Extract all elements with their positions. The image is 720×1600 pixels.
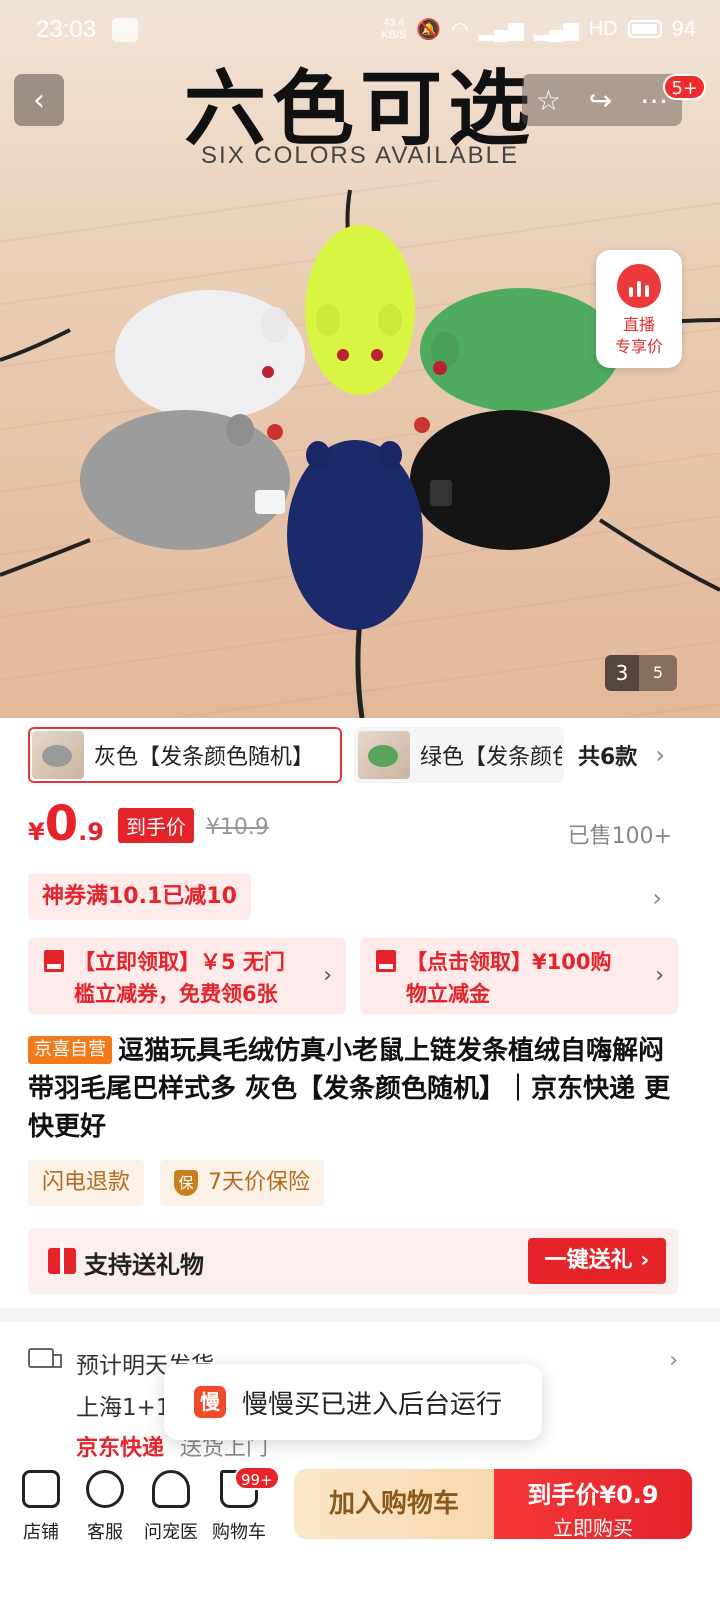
store-icon: [22, 1470, 60, 1508]
message-badge: 5+: [663, 74, 706, 100]
variant-selector: 灰色【发条颜色随机】 绿色【发条颜色随机】 共6款 ›: [28, 726, 700, 784]
status-bar: 23:03 43.4 KB/S 🔕 ◠ ▂▄▆ ▂▄▆ HD 94: [0, 0, 720, 60]
signal-icon-2: ▂▄▆: [533, 18, 579, 41]
gift-icon: [48, 1242, 76, 1274]
background-toast: 慢 慢慢买已进入后台运行: [164, 1364, 542, 1440]
variant-label: 灰色【发条颜色随机】: [94, 745, 315, 770]
variant-green[interactable]: 绿色【发条颜色随机】: [354, 727, 564, 783]
coupon-chip: 神券满10.1已减10: [28, 874, 251, 920]
buy-now-label: 立即购买: [553, 1516, 633, 1540]
product-title-text: 逗猫玩具毛绒仿真小老鼠上链发条植绒自嗨解闷带羽毛尾巴样式多 灰色【发条颜色随机】…: [28, 1036, 671, 1142]
coupon-icon: [44, 950, 64, 972]
live-price-card[interactable]: 直播 专享价: [596, 250, 682, 368]
live-label: 直播: [622, 315, 655, 334]
total-pages: 5: [639, 655, 677, 691]
promo-cash-box[interactable]: 【点击领取】¥100购 物立减金 ›: [360, 938, 678, 1014]
promo-line2: 物立减金: [406, 982, 490, 1006]
chevron-right-icon: ›: [652, 884, 662, 912]
sold-count: 已售100+: [567, 824, 672, 849]
app-logo-icon: 慢: [194, 1386, 226, 1418]
price-currency: ¥: [28, 818, 45, 846]
product-image-carousel[interactable]: 六色可选 SIX COLORS AVAILABLE 23:03 43.4 KB/S…: [0, 0, 720, 718]
battery-level: 94: [671, 16, 696, 41]
shield-icon: 保: [174, 1170, 199, 1196]
price-row: ¥ 0 .9 到手价 ¥10.9 已售100+: [28, 800, 672, 860]
service-tags: 闪电退款 保 7天价保险: [28, 1160, 325, 1208]
store-tag: 京喜自营: [28, 1036, 112, 1064]
variant-label: 绿色【发条颜色随机】: [420, 745, 562, 770]
card-icon: [376, 950, 396, 972]
doctor-icon: [152, 1470, 190, 1508]
add-to-cart-button[interactable]: 加入购物车: [294, 1469, 494, 1539]
promo-boxes: 【立即领取】￥5 无门 槛立减券，免费领6张 › 【点击领取】¥100购 物立减…: [28, 938, 678, 1014]
variant-count[interactable]: 共6款: [578, 739, 637, 771]
chat-face-icon: [86, 1470, 124, 1508]
app-notification-icon: [112, 18, 138, 42]
mute-icon: 🔕: [416, 18, 442, 41]
back-button[interactable]: ‹: [14, 74, 64, 126]
variant-grey[interactable]: 灰色【发条颜色随机】: [28, 727, 342, 783]
cart-count-badge: 99+: [234, 1466, 280, 1490]
price-integer: 0: [44, 796, 79, 852]
shipping-location: 上海1+1: [76, 1395, 171, 1421]
service-price-protect[interactable]: 保 7天价保险: [160, 1160, 325, 1206]
price-decimal: .9: [78, 818, 104, 846]
variant-thumbnail: [358, 731, 410, 779]
signal-icon-1: ▂▄▆: [478, 18, 524, 41]
variant-thumbnail: [32, 731, 84, 779]
toast-text: 慢慢买已进入后台运行: [242, 1389, 503, 1420]
express-label: 京东快递: [76, 1436, 165, 1461]
bottom-action-bar: 店铺 客服 问宠医 购物车 99+ 加入购物车 到手价¥0.9 立即购买: [0, 1466, 720, 1600]
favorite-star-icon[interactable]: ☆: [536, 84, 561, 117]
current-page: 3: [605, 655, 639, 691]
top-actions: ☆ ↪ ⋯: [522, 74, 682, 126]
share-icon[interactable]: ↪: [589, 84, 612, 117]
tab-label: 购物车: [212, 1522, 266, 1543]
product-page: 六色可选 SIX COLORS AVAILABLE 23:03 43.4 KB/S…: [0, 0, 720, 1600]
wifi-icon: ◠: [451, 18, 469, 41]
promo-line1: 【立即领取】￥5 无门: [74, 950, 285, 974]
image-page-counter: 3 5: [605, 655, 677, 691]
service-fast-refund[interactable]: 闪电退款: [28, 1160, 145, 1206]
send-gift-button[interactable]: 一键送礼 ›: [528, 1238, 666, 1284]
promo-line2: 槛立减券，免费领6张: [74, 982, 278, 1006]
gift-label: 支持送礼物: [84, 1251, 204, 1279]
tab-pet-doctor[interactable]: 问宠医: [138, 1470, 204, 1544]
truck-icon: [28, 1348, 62, 1368]
coupon-row[interactable]: 神券满10.1已减10 ›: [28, 874, 672, 922]
battery-icon: [627, 20, 662, 38]
chevron-right-icon: ›: [655, 963, 664, 988]
hero-subtitle: SIX COLORS AVAILABLE: [201, 142, 519, 169]
network-speed: 43.4 KB/S: [381, 17, 407, 41]
status-right: 43.4 KB/S 🔕 ◠ ▂▄▆ ▂▄▆ HD 94: [381, 16, 696, 42]
buy-price-label: 到手价¥0.9: [527, 1481, 659, 1509]
chevron-right-icon: ›: [323, 963, 332, 988]
tab-label: 店铺: [23, 1522, 59, 1543]
tab-customer-service[interactable]: 客服: [72, 1470, 138, 1544]
service-label: 7天价保险: [208, 1170, 311, 1195]
promo-coupon-box[interactable]: 【立即领取】￥5 无门 槛立减券，免费领6张 ›: [28, 938, 346, 1014]
chevron-right-icon[interactable]: ›: [655, 741, 665, 769]
tab-label: 问宠医: [144, 1522, 198, 1543]
product-title: 京喜自营 逗猫玩具毛绒仿真小老鼠上链发条植绒自嗨解闷带羽毛尾巴样式多 灰色【发条颜…: [28, 1032, 672, 1146]
section-divider: [0, 1308, 720, 1322]
live-bars-icon: [617, 264, 661, 308]
chevron-right-icon: ›: [669, 1348, 678, 1373]
original-price: ¥10.9: [205, 815, 269, 840]
promo-line1: 【点击领取】¥100购: [406, 950, 612, 974]
tab-label: 客服: [87, 1522, 123, 1543]
gift-row: 支持送礼物 一键送礼 ›: [28, 1228, 678, 1294]
status-time: 23:03: [36, 16, 97, 43]
chevron-left-icon: ‹: [33, 82, 45, 118]
final-price-tag: 到手价: [117, 808, 194, 843]
buy-now-button[interactable]: 到手价¥0.9 立即购买: [494, 1469, 692, 1540]
service-label: 闪电退款: [42, 1170, 131, 1195]
live-price-label: 专享价: [614, 337, 663, 356]
tab-store[interactable]: 店铺: [8, 1470, 74, 1544]
hd-label: HD: [588, 17, 618, 40]
